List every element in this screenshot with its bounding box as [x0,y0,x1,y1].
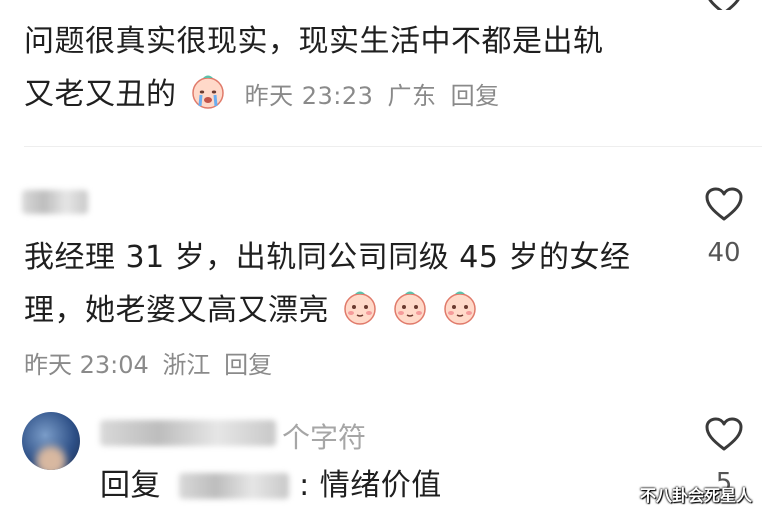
comment-3-reply-text: : 情绪价值 [299,468,442,503]
top-heart-icon-partial[interactable] [704,0,744,10]
comment-2-reply-button[interactable]: 回复 [224,351,272,379]
shy-face-emoji-icon [441,288,479,326]
watermark: 不八卦会死星人 [639,486,752,505]
comment-3-reply-prefix: 回复 [100,468,161,503]
comment-2-meta: 昨天 23:04 浙江 回复 [24,345,272,380]
comment-2-line-1: 我经理 31 岁，出轨同公司同级 45 岁的女经 [24,240,631,275]
comment-3-avatar[interactable] [22,412,80,470]
comment-2-username-blurred[interactable] [22,190,88,214]
comment-3-reply-line: 回复 : 情绪价值 [100,464,442,508]
comment-1-reply-button[interactable]: 回复 [451,82,500,110]
comment-1-line-1: 问题很真实很现实，现实生活中不都是出轨 [24,24,604,59]
comment-3-username-blurred[interactable] [100,420,276,446]
heart-outline-icon [705,417,743,451]
crying-face-emoji-icon [189,72,227,110]
comment-1-line-2: 又老又丑的 昨天 23:23 广东 回复 [24,72,500,118]
shy-face-emoji-icon [391,288,429,326]
comment-divider [24,146,762,147]
comment-2-like-button[interactable]: 40 [694,186,754,276]
comment-2-time: 昨天 23:04 [24,351,149,379]
comment-3-name-suffix: 个字符 [282,421,367,454]
comment-2-line-2: 理，她老婆又高又漂亮 [24,288,479,333]
heart-outline-icon [705,187,743,221]
comment-3-reply-target-blurred[interactable] [179,473,290,499]
shy-face-emoji-icon [341,288,379,326]
comment-2-like-count: 40 [707,238,741,268]
comment-1-time: 昨天 23:23 [244,82,374,110]
comment-1-line-2-text: 又老又丑的 [24,77,177,112]
heart-outline-icon [708,0,740,10]
comment-2-line-2-text: 理，她老婆又高又漂亮 [24,293,329,328]
comment-2-region: 浙江 [162,351,211,379]
comment-1-region: 广东 [387,82,437,110]
